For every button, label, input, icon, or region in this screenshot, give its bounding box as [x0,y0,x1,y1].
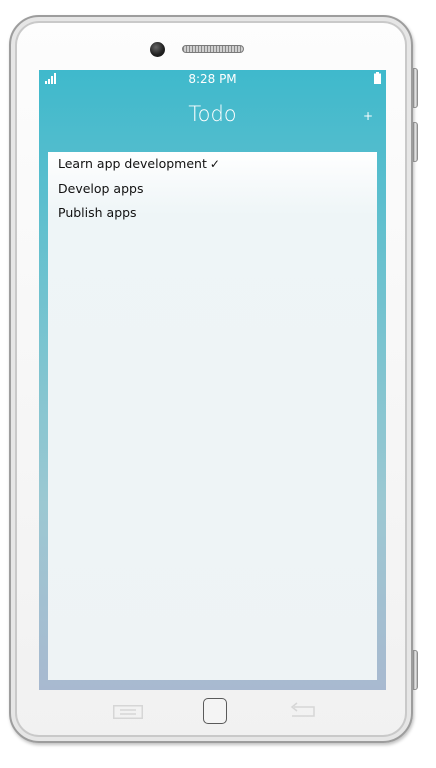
todo-item[interactable]: Develop apps [48,177,377,202]
status-bar: 8:28 PM [39,70,386,88]
app-header: Todo + [39,88,386,150]
power-button[interactable] [413,650,418,690]
back-icon[interactable] [288,702,318,720]
page-title: Todo [188,102,237,126]
volume-up-button[interactable] [413,68,418,108]
todo-item-text: Publish apps [58,205,137,220]
todo-item[interactable]: Publish apps [48,201,377,226]
todo-list: Learn app development ✓ Develop apps Publ… [48,152,377,680]
todo-item[interactable]: Learn app development ✓ [48,152,377,177]
front-camera [150,42,165,57]
volume-down-button[interactable] [413,122,418,162]
battery-icon [374,72,381,84]
todo-item-text: Learn app development [58,156,207,171]
earpiece-speaker [182,45,244,53]
menu-icon[interactable] [113,705,143,719]
device-frame: 8:28 PM Todo + Learn app development ✓ De… [0,0,436,768]
home-icon[interactable] [203,698,227,724]
check-mark-icon: ✓ [209,157,220,171]
todo-item-text: Develop apps [58,180,144,196]
status-time: 8:28 PM [188,72,237,86]
app-screen: 8:28 PM Todo + Learn app development ✓ De… [39,70,386,690]
add-todo-button[interactable]: + [360,108,376,124]
